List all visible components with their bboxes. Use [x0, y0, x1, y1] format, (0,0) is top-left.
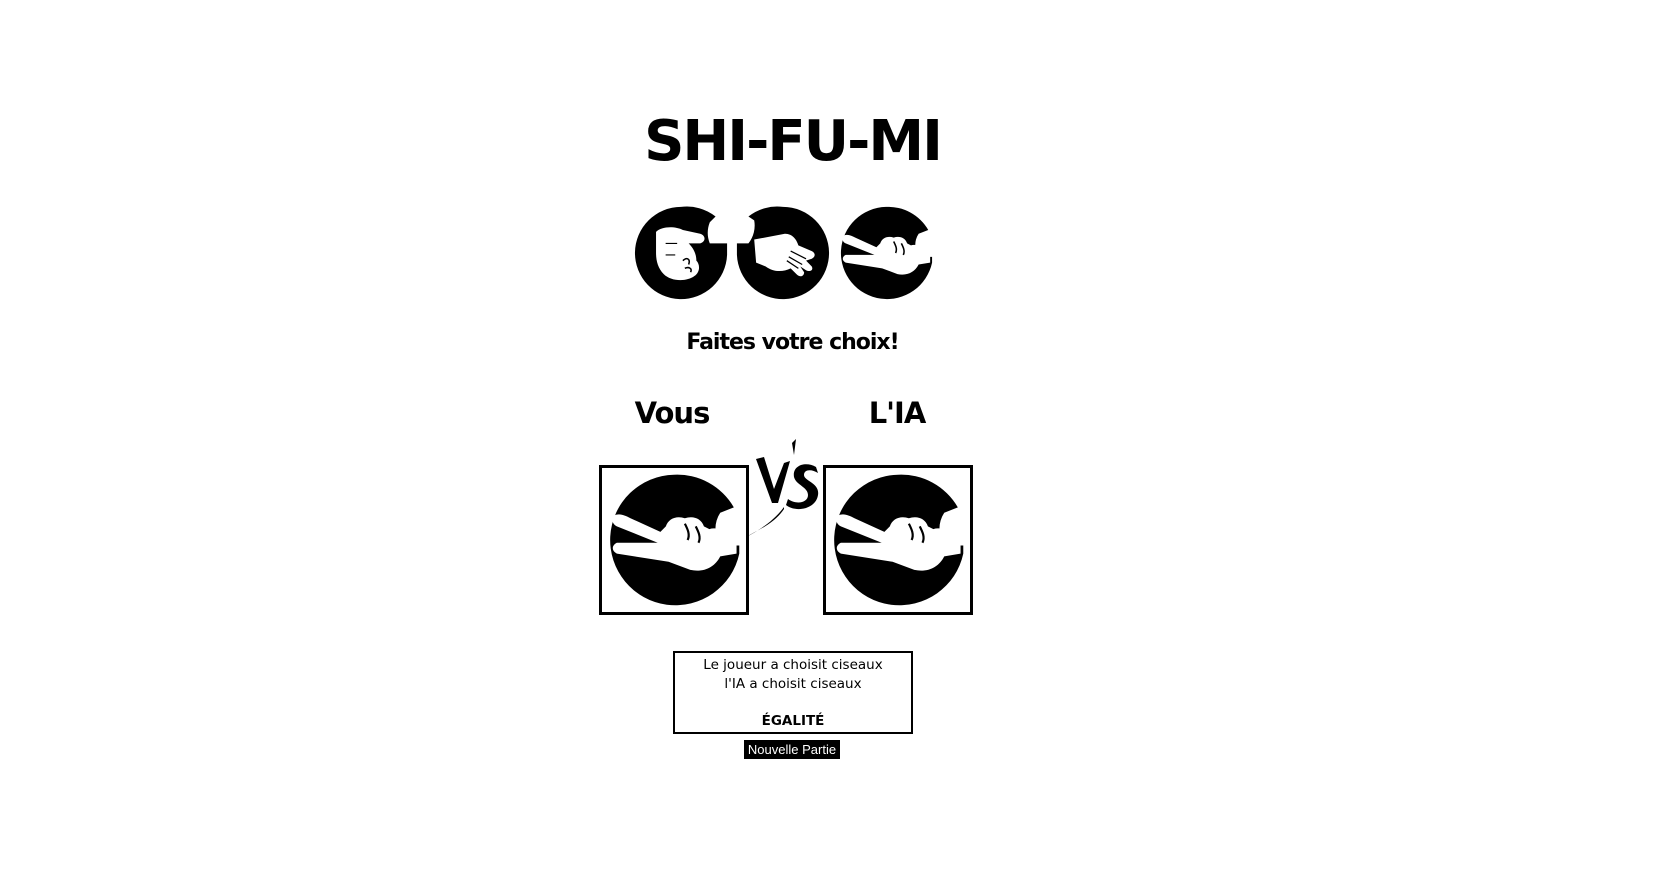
game-title: SHI-FU-MI [644, 109, 943, 174]
new-game-button[interactable]: Nouvelle Partie [744, 740, 840, 759]
vs-brush-icon [746, 439, 819, 537]
verdict-text: ÉGALITÉ [761, 713, 825, 729]
result-panel: Le joueur a choisit ciseaux l'IA a chois… [673, 651, 913, 734]
player-label: Vous [634, 396, 711, 430]
choice-prompt: Faites votre choix! [686, 330, 899, 355]
game-page: SHI-FU-MI Faites votre choix! Vous L'IA … [0, 0, 1655, 887]
rock-choice-button[interactable] [633, 205, 729, 301]
ai-choice-text: l'IA a choisit ciseaux [724, 676, 862, 692]
scissors-hand-icon [602, 468, 746, 612]
player-choice-text: Le joueur a choisit ciseaux [703, 657, 883, 673]
paper-choice-button[interactable] [735, 205, 831, 301]
scissors-hand-icon [838, 205, 934, 301]
scissors-choice-button[interactable] [838, 205, 934, 301]
ai-choice-display [823, 465, 973, 615]
paper-hand-icon [735, 205, 831, 301]
rock-fist-icon [633, 205, 729, 301]
scissors-hand-icon [826, 468, 970, 612]
ai-label: L'IA [868, 396, 927, 430]
player-choice-display [599, 465, 749, 615]
choice-buttons [633, 205, 933, 301]
